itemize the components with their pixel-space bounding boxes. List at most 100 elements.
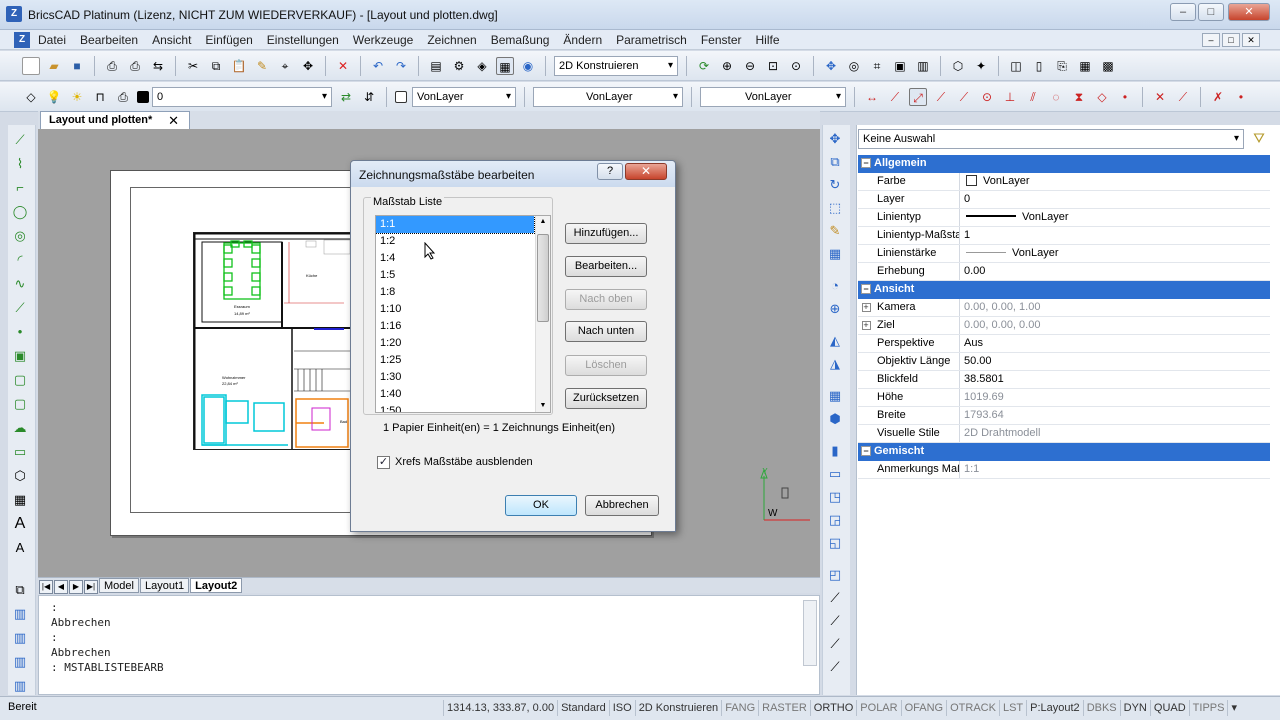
property-row[interactable]: Objektiv Länge 50.00 bbox=[858, 353, 1270, 371]
hide-xref-scales-label[interactable]: Xrefs Maßstäbe ausblenden bbox=[395, 456, 533, 468]
zoom-in-icon[interactable]: ⊕ bbox=[718, 57, 736, 75]
regen-icon[interactable]: ⟳ bbox=[695, 57, 713, 75]
layout-nav-1-icon[interactable]: ◀ bbox=[54, 580, 68, 594]
property-row[interactable]: Anmerkungs Maß 1:1 bbox=[858, 461, 1270, 479]
menu-item-4[interactable]: Einstellungen bbox=[267, 33, 339, 47]
chamfer-icon[interactable]: ◳ bbox=[826, 488, 844, 506]
new-file-icon[interactable] bbox=[22, 57, 40, 75]
construction-line-icon[interactable]: ⌐ bbox=[11, 179, 29, 197]
block-insert-icon[interactable]: ⧉ bbox=[11, 581, 29, 599]
sun-icon[interactable]: ☀ bbox=[68, 88, 86, 106]
snap-nearest-icon[interactable]: ⧗ bbox=[1070, 88, 1088, 106]
property-row[interactable]: Farbe VonLayer bbox=[858, 173, 1270, 191]
hatch-icon[interactable]: ▣ bbox=[11, 347, 29, 365]
workspace-combo[interactable]: 2D Konstruieren bbox=[554, 56, 678, 76]
property-row[interactable]: Breite 1793.64 bbox=[858, 407, 1270, 425]
status-item-16[interactable]: ▾ bbox=[1227, 700, 1240, 716]
scale-listbox[interactable]: 1:1 1:2 1:4 1:5 1:8 1:10 1:16 1:20 1:25 1:30 1:40 1… bbox=[375, 215, 551, 413]
xref-icon[interactable]: ▥ bbox=[11, 653, 29, 671]
orbit-icon[interactable]: ◎ bbox=[845, 57, 863, 75]
status-item-13[interactable]: DYN bbox=[1119, 700, 1150, 716]
view-icon[interactable]: ⌗ bbox=[868, 57, 886, 75]
scale-item[interactable]: 1:5 bbox=[376, 267, 550, 284]
lineweight-combo[interactable]: VonLayer bbox=[700, 87, 846, 107]
lock-icon[interactable]: ⊓ bbox=[91, 88, 109, 106]
print-icon[interactable]: ⎙ bbox=[126, 57, 144, 75]
menu-item-7[interactable]: Bemaßung bbox=[491, 33, 550, 47]
scale-item[interactable]: 1:50 bbox=[376, 403, 550, 412]
boundary-icon[interactable]: ▢ bbox=[11, 395, 29, 413]
collapse-icon[interactable]: − bbox=[861, 446, 871, 456]
menu-item-3[interactable]: Einfügen bbox=[205, 33, 252, 47]
offset-icon[interactable]: ⊕ bbox=[826, 300, 844, 318]
snap-endpoint-icon[interactable]: ↔ bbox=[863, 88, 881, 106]
snap-tangent-icon[interactable]: ◌ bbox=[1047, 88, 1065, 106]
line-icon[interactable]: ⟋ bbox=[11, 131, 29, 149]
menu-item-11[interactable]: Hilfe bbox=[756, 33, 780, 47]
layout-nav-3-icon[interactable]: ▶| bbox=[84, 580, 98, 594]
image-attach-icon[interactable]: ▥ bbox=[11, 677, 29, 695]
align-icon[interactable]: ◰ bbox=[826, 566, 844, 584]
erase-icon[interactable]: ✎ bbox=[826, 222, 844, 240]
camera-icon[interactable]: ▣ bbox=[891, 57, 909, 75]
section-allgemein[interactable]: − Allgemein bbox=[858, 155, 1270, 173]
app-icon[interactable]: Z bbox=[6, 6, 22, 22]
layout-nav-0-icon[interactable]: |◀ bbox=[39, 580, 53, 594]
edit-text-icon[interactable]: ⟋ bbox=[826, 658, 844, 676]
table-draw-icon[interactable]: ▦ bbox=[11, 491, 29, 509]
minimize-button[interactable]: – bbox=[1170, 3, 1196, 21]
layer-icon[interactable]: ◈ bbox=[473, 57, 491, 75]
maximize-button[interactable]: □ bbox=[1198, 3, 1224, 21]
snap-clear-icon[interactable]: ✗ bbox=[1209, 88, 1227, 106]
delete-icon[interactable]: ✕ bbox=[334, 57, 352, 75]
drawing-explorer-icon[interactable]: ▦ bbox=[496, 57, 514, 75]
revision-cloud-icon[interactable]: ☁ bbox=[11, 419, 29, 437]
layout-nav-2-icon[interactable]: ▶ bbox=[69, 580, 83, 594]
scale-item[interactable]: 1:25 bbox=[376, 352, 550, 369]
ellipse-icon[interactable]: ⟋ bbox=[11, 299, 29, 317]
close-button[interactable]: ✕ bbox=[1228, 3, 1270, 21]
expand-icon[interactable]: + bbox=[858, 317, 874, 334]
doc-maximize-button[interactable]: □ bbox=[1222, 33, 1240, 47]
move-down-button[interactable]: Nach unten bbox=[565, 321, 647, 342]
status-item-3[interactable]: 2D Konstruieren bbox=[634, 700, 722, 716]
layout-viewport[interactable]: Essraum 14,89 m² Küche Wohnzimmer 22,84 … bbox=[193, 232, 351, 450]
color-combo[interactable]: VonLayer bbox=[412, 87, 516, 107]
properties-icon[interactable]: ⚙ bbox=[450, 57, 468, 75]
menu-item-5[interactable]: Werkzeuge bbox=[353, 33, 413, 47]
property-row[interactable]: Visuelle Stile 2D Drahtmodell bbox=[858, 425, 1270, 443]
wipeout-icon[interactable]: ▭ bbox=[11, 443, 29, 461]
snap-insertion-icon[interactable]: ◇ bbox=[1093, 88, 1111, 106]
property-row[interactable]: + Kamera 0.00, 0.00, 1.00 bbox=[858, 299, 1270, 317]
delete-scale-button[interactable]: Löschen bbox=[565, 355, 647, 376]
property-row[interactable]: Blickfeld 38.5801 bbox=[858, 371, 1270, 389]
scroll-down-icon[interactable]: ▼ bbox=[536, 400, 550, 412]
render-icon[interactable]: ✦ bbox=[972, 57, 990, 75]
status-item-1[interactable]: Standard bbox=[557, 700, 609, 716]
doc-close-button[interactable]: ✕ bbox=[1242, 33, 1260, 47]
snap-intersection-icon[interactable]: ⤢ bbox=[909, 88, 927, 106]
document-tab-close-icon[interactable]: ✕ bbox=[168, 113, 179, 129]
attribute-icon[interactable]: ▥ bbox=[11, 629, 29, 647]
status-item-6[interactable]: ORTHO bbox=[809, 700, 857, 716]
named-views-icon[interactable]: ▥ bbox=[914, 57, 932, 75]
command-scrollbar[interactable] bbox=[803, 600, 817, 666]
ok-button[interactable]: OK bbox=[505, 495, 577, 516]
property-row[interactable]: Linientyp-Maßsta 1 bbox=[858, 227, 1270, 245]
sheet-icon[interactable]: ▯ bbox=[1030, 57, 1048, 75]
dialog-titlebar[interactable]: Zeichnungsmaßstäbe bearbeiten ? ✕ bbox=[351, 161, 675, 187]
property-row[interactable]: Höhe 1019.69 bbox=[858, 389, 1270, 407]
region-icon[interactable]: ▢ bbox=[11, 371, 29, 389]
snap-settings-icon[interactable]: • bbox=[1232, 88, 1250, 106]
section-ansicht[interactable]: − Ansicht bbox=[858, 281, 1270, 299]
snap-center-icon[interactable]: ⟋ bbox=[932, 88, 950, 106]
edit-hatch-icon[interactable]: ⟋ bbox=[826, 635, 844, 653]
scale-item[interactable]: 1:4 bbox=[376, 250, 550, 267]
property-row[interactable]: Perspektive Aus bbox=[858, 335, 1270, 353]
snap-parallel-icon[interactable]: ⫽ bbox=[1024, 88, 1042, 106]
mirror-icon[interactable]: ◔ bbox=[826, 277, 844, 295]
dialog-close-button[interactable]: ✕ bbox=[625, 163, 667, 180]
plot-icon[interactable]: ⎙ bbox=[114, 88, 132, 106]
cut-icon[interactable]: ✂ bbox=[184, 57, 202, 75]
break-icon[interactable]: ▮ bbox=[826, 442, 844, 460]
